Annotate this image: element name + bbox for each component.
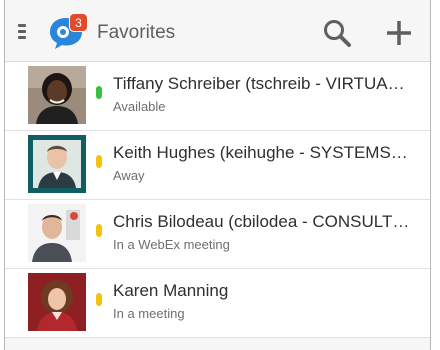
status-indicator-available	[96, 86, 102, 99]
status-indicator-away	[96, 224, 102, 237]
contact-presence: In a WebEx meeting	[113, 237, 230, 252]
contact-row[interactable]: Keith Hughes (keihughe - SYSTEMS… Away	[5, 131, 430, 200]
search-icon[interactable]	[321, 18, 355, 50]
page-title: Favorites	[97, 22, 176, 43]
avatar	[28, 273, 86, 331]
avatar	[28, 66, 86, 124]
contact-presence: Available	[113, 99, 166, 114]
contact-name: Tiffany Schreiber (tschreib - VIRTUA…	[113, 74, 405, 93]
status-indicator-away	[96, 293, 102, 306]
avatar	[28, 135, 86, 193]
contact-row[interactable]: Karen Manning In a meeting	[5, 269, 430, 338]
menu-icon[interactable]	[18, 24, 26, 40]
contact-presence: In a meeting	[113, 306, 185, 321]
contact-name: Chris Bilodeau (cbilodea - CONSULT…	[113, 212, 410, 231]
notification-badge: 3	[69, 13, 88, 32]
favorites-list: Tiffany Schreiber (tschreib - VIRTUA… Av…	[5, 62, 430, 338]
add-icon[interactable]	[384, 18, 414, 48]
contact-presence: Away	[113, 168, 145, 183]
contact-row[interactable]: Tiffany Schreiber (tschreib - VIRTUA… Av…	[5, 62, 430, 131]
contact-name: Keith Hughes (keihughe - SYSTEMS…	[113, 143, 408, 162]
avatar	[28, 204, 86, 262]
contact-row[interactable]: Chris Bilodeau (cbilodea - CONSULT… In a…	[5, 200, 430, 269]
app-window: 3 Favorites Tiffany Schreiber (tschreib …	[4, 0, 431, 350]
status-indicator-away	[96, 155, 102, 168]
top-app-bar: 3 Favorites	[5, 0, 430, 62]
contact-name: Karen Manning	[113, 281, 229, 300]
